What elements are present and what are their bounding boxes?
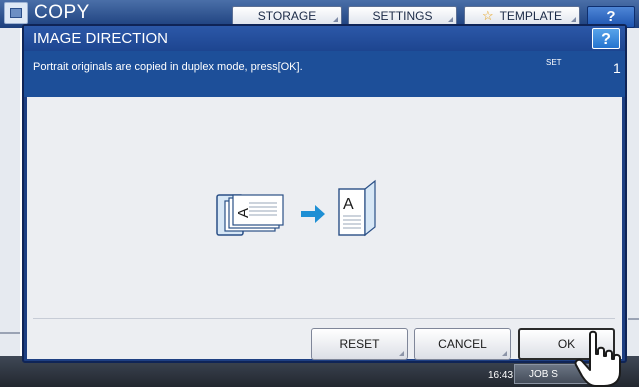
job-status-label: JOB S xyxy=(529,368,558,380)
dropdown-corner-icon xyxy=(333,17,338,22)
app-copy-icon xyxy=(4,2,28,24)
button-corner-icon xyxy=(502,351,507,356)
cancel-button-label: CANCEL xyxy=(438,337,487,351)
dropdown-corner-icon xyxy=(448,17,453,22)
divider xyxy=(628,318,639,320)
set-label: SET xyxy=(546,58,562,67)
image-direction-dialog: IMAGE DIRECTION ? Portrait originals are… xyxy=(22,24,627,363)
clock: 16:43 xyxy=(488,370,514,381)
orientation-illustration: A A xyxy=(216,179,376,237)
divider xyxy=(33,318,615,319)
dialog-title: IMAGE DIRECTION xyxy=(33,30,169,47)
dropdown-corner-icon xyxy=(571,17,576,22)
reset-button[interactable]: RESET xyxy=(311,328,408,360)
message-bar: Portrait originals are copied in duplex … xyxy=(24,51,625,97)
set-count: 1 xyxy=(613,60,621,76)
pointer-hand-icon xyxy=(574,330,621,387)
template-button[interactable]: ☆ TEMPLATE xyxy=(464,6,580,26)
storage-button-label: STORAGE xyxy=(257,9,317,23)
duplex-page-icon xyxy=(364,179,376,237)
arrow-right-icon xyxy=(301,205,325,223)
app-title: COPY xyxy=(34,2,90,23)
star-icon: ☆ xyxy=(481,8,494,23)
dialog-titlebar: IMAGE DIRECTION ? xyxy=(24,26,625,51)
settings-button[interactable]: SETTINGS xyxy=(348,6,457,26)
duplex-portrait-illustration: A A xyxy=(215,179,385,239)
output-letter: A xyxy=(343,196,354,213)
template-button-label: TEMPLATE xyxy=(499,9,563,23)
dialog-body: A A RESET CANCEL OK xyxy=(27,97,622,360)
button-corner-icon xyxy=(399,351,404,356)
divider xyxy=(0,332,20,334)
help-button[interactable]: ? xyxy=(592,28,620,49)
storage-button[interactable]: STORAGE xyxy=(232,6,342,26)
reset-button-label: RESET xyxy=(339,337,380,351)
original-letter: A xyxy=(235,208,252,218)
cancel-button[interactable]: CANCEL xyxy=(414,328,511,360)
background-panel-right xyxy=(626,28,639,356)
settings-button-label: SETTINGS xyxy=(372,9,433,23)
instruction-message: Portrait originals are copied in duplex … xyxy=(33,61,303,73)
background-panel-left xyxy=(0,28,20,356)
ok-button-label: OK xyxy=(557,337,576,351)
